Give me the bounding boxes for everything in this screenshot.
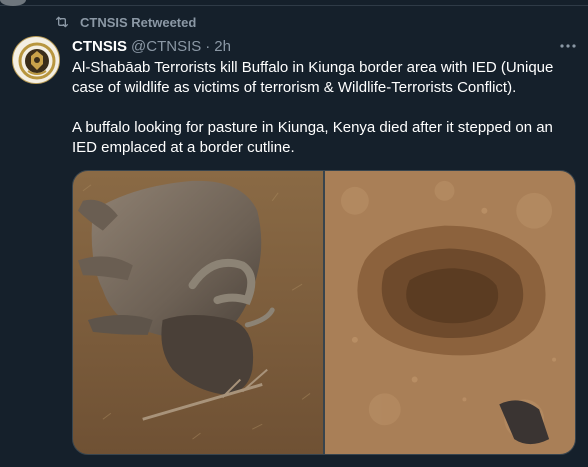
separator: ·	[205, 37, 211, 55]
retweet-icon	[56, 16, 68, 28]
buffalo-photo[interactable]	[73, 171, 323, 454]
retweet-label[interactable]: CTNSIS Retweeted	[80, 15, 196, 30]
tweet-text: Al-Shabāab Terrorists kill Buffalo in Ki…	[72, 58, 576, 158]
tweet-header: CTNSIS @CTNSIS · 2h	[72, 36, 231, 56]
author-name[interactable]: CTNSIS	[72, 38, 127, 55]
top-divider	[0, 0, 588, 6]
tweet-time[interactable]: 2h	[214, 38, 231, 55]
tweet-paragraph: A buffalo looking for pasture in Kiunga,…	[72, 119, 553, 156]
more-icon[interactable]	[556, 37, 580, 55]
media-grid	[72, 170, 576, 455]
retweet-context: CTNSIS Retweeted	[54, 14, 196, 30]
avatar[interactable]	[12, 36, 60, 84]
tweet-paragraph: Al-Shabāab Terrorists kill Buffalo in Ki…	[72, 59, 554, 96]
crater-photo[interactable]	[325, 171, 575, 454]
author-handle[interactable]: @CTNSIS	[131, 38, 201, 55]
ctnsis-logo	[15, 39, 59, 83]
